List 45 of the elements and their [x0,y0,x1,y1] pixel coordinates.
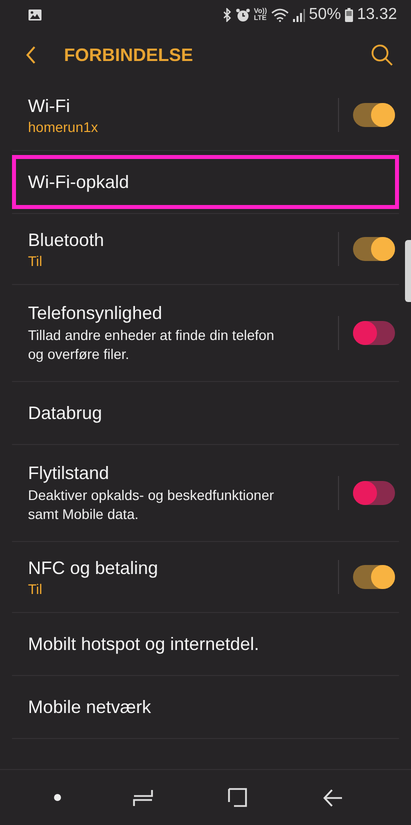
item-title: NFC og betaling [28,558,158,578]
toggle-switch[interactable] [353,103,395,127]
item-title: Wi-Fi [28,96,71,116]
item-status: homerun1x [28,118,98,134]
alarm-icon [236,8,250,22]
item-title: Telefonsynlighed [28,302,164,324]
toggle-switch[interactable] [353,565,395,589]
back-arrow-icon [323,788,344,806]
settings-item[interactable]: Wi-Fi homerun1x [12,80,338,150]
home-icon [228,788,248,807]
battery-icon [344,8,353,22]
recent-apps-icon [132,788,153,806]
settings-item[interactable]: Mobile netværk [12,676,399,738]
scrollbar[interactable] [405,240,411,302]
signal-icon [292,8,305,22]
wifi-icon [270,8,289,22]
item-title: Databrug [28,402,102,424]
item-description: Tillad andre enheder at finde din telefon og overføre filer. [28,326,276,364]
search-button[interactable] [369,42,395,68]
item-title: Wi-Fi-opkald [28,172,130,192]
item-status: Til [28,580,44,596]
item-title: Bluetooth [28,230,104,250]
clock-time: 13.32 [356,6,397,24]
settings-item[interactable]: Telefonsynlighed Tillad andre enheder at finde din telefon og overføre filer. [12,285,338,381]
item-title: Flytilstand [28,462,110,484]
settings-item[interactable]: Bluetooth Til [12,214,338,284]
item-title: Mobilt hotspot og internetdel. [28,634,260,654]
search-icon [371,44,393,66]
item-title: Mobile netværk [28,696,152,718]
battery-percent: 50% [308,6,341,24]
toggle-switch[interactable] [353,481,395,505]
bluetooth-icon [222,8,232,22]
image-icon [28,9,42,21]
back-button[interactable] [24,44,38,66]
toggle-switch[interactable] [353,321,395,345]
settings-item[interactable]: NFC og betaling Til [12,542,338,612]
toggle-switch[interactable] [353,237,395,261]
settings-item[interactable]: Flytilstand Deaktiver opkalds- og beskedfunktioner samt Mobile data. [12,445,338,541]
item-status: Til [28,252,44,268]
item-description: Deaktiver opkalds- og beskedfunktioner samt Mobile data. [28,486,275,524]
dot-icon [54,794,61,801]
back-chevron-icon [26,46,36,64]
settings-item[interactable]: Databrug [12,382,399,444]
page-title: FORBINDELSE [64,44,194,66]
settings-item[interactable]: Mobilt hotspot og internetdel. [12,613,399,675]
